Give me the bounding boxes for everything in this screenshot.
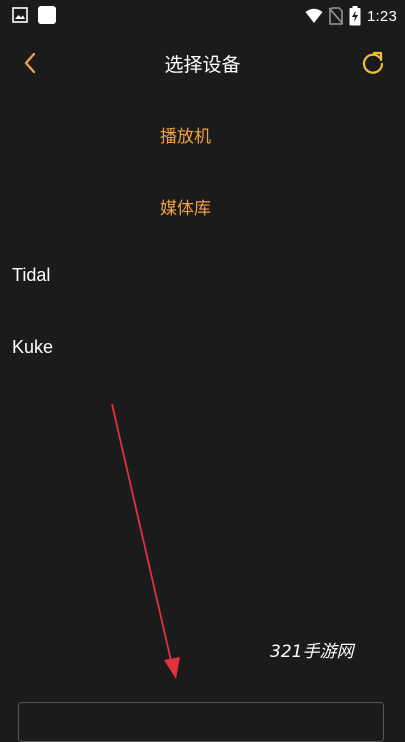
annotation-arrow (111, 403, 180, 679)
watermark: 321手游网 (270, 642, 354, 662)
bottom-panel[interactable] (18, 702, 384, 742)
